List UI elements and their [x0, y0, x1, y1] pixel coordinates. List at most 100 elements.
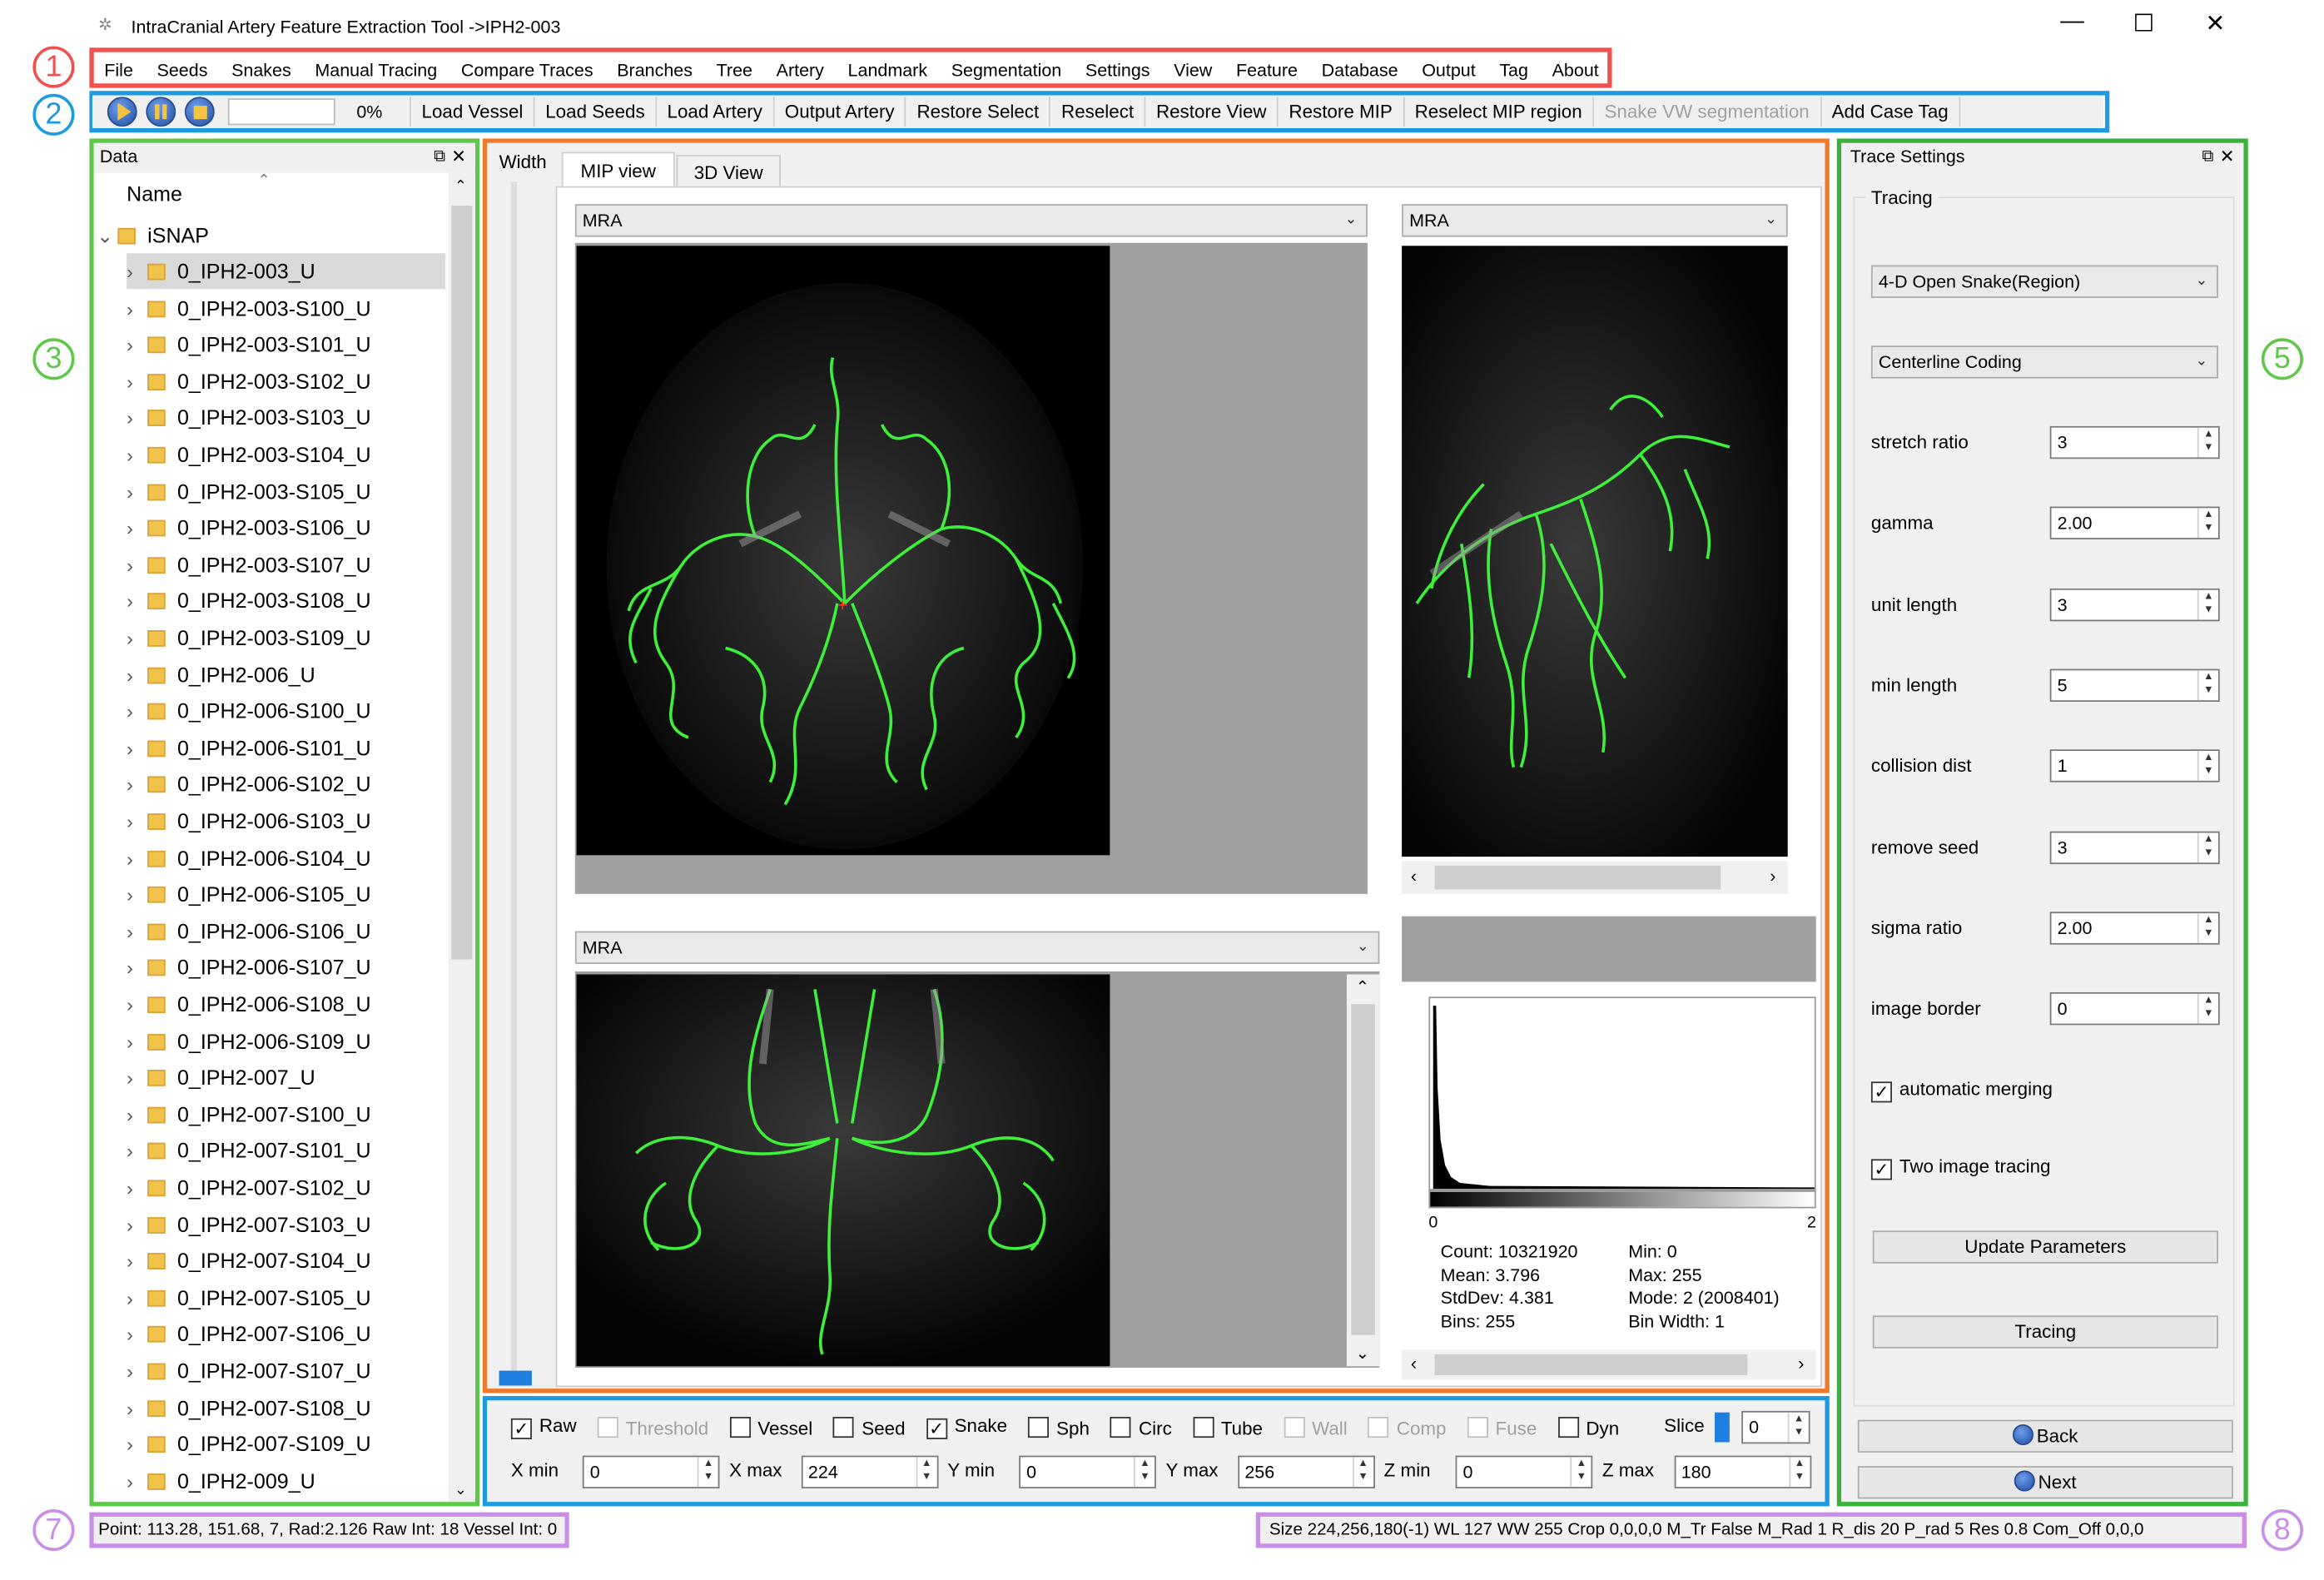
tree-item[interactable]: › 0_IPH2-009_U	[127, 1463, 445, 1498]
tree-item[interactable]: › 0_IPH2-007-S103_U	[127, 1206, 445, 1242]
view3-modality-select[interactable]: MRA ⌄	[574, 931, 1380, 964]
tree-item[interactable]: › 0_IPH2-003_U	[127, 253, 446, 290]
snake-toggle[interactable]: ✓ Snake	[926, 1415, 1007, 1439]
sigma-ratio-spinbox[interactable]: 2.00 ▲ ▼	[2049, 911, 2220, 945]
chevron-right-icon[interactable]: ›	[127, 731, 147, 767]
tree-item[interactable]: › 0_IPH2-003-S102_U	[127, 363, 445, 399]
tree-item[interactable]: › 0_IPH2-003-S107_U	[127, 546, 445, 582]
tree-item[interactable]: › 0_IPH2-007-S100_U	[127, 1096, 445, 1132]
chevron-right-icon[interactable]: ›	[127, 951, 147, 987]
width-slider[interactable]	[510, 181, 518, 1374]
tree-item[interactable]: › 0_IPH2-003-S108_U	[127, 583, 445, 619]
menu-output[interactable]: Output	[1410, 60, 1487, 81]
slice-spinbox[interactable]: 0 ▲ ▼	[1741, 1410, 1810, 1444]
slice-slider[interactable]	[1714, 1412, 1730, 1443]
tree-item[interactable]: › 0_IPH2-006-S104_U	[127, 840, 445, 876]
spin-arrows-icon[interactable]: ▲ ▼	[2197, 751, 2218, 782]
tab-mip-view[interactable]: MIP view	[561, 152, 675, 188]
coding-select[interactable]: Centerline Coding ⌄	[1870, 345, 2218, 379]
chevron-right-icon[interactable]: ›	[127, 511, 147, 547]
tree-item[interactable]: › 0_IPH2-007-S106_U	[127, 1316, 445, 1352]
vessel-toggle[interactable]: Vessel	[729, 1416, 812, 1438]
tree-item[interactable]: › 0_IPH2-007-S105_U	[127, 1279, 445, 1315]
snake-vw-segmentation-button[interactable]: Snake VW segmentation	[1594, 97, 1822, 127]
tree-item[interactable]: › 0_IPH2-007-S102_U	[127, 1170, 445, 1205]
tree-item[interactable]: › 0_IPH2-006-S105_U	[127, 877, 445, 912]
tree-item[interactable]: › 0_IPH2-003-S104_U	[127, 436, 445, 472]
spin-arrows-icon[interactable]: ▲ ▼	[2197, 508, 2218, 539]
circ-toggle[interactable]: Circ	[1110, 1416, 1172, 1438]
tree-item[interactable]: › 0_IPH2-006-S100_U	[127, 693, 445, 729]
chevron-right-icon[interactable]: ›	[127, 584, 147, 620]
tree-item[interactable]: › 0_IPH2-006-S108_U	[127, 986, 445, 1022]
chevron-down-icon[interactable]: ⌄	[97, 219, 117, 255]
tracing-method-select[interactable]: 4-D Open Snake(Region) ⌄	[1870, 265, 2218, 298]
chevron-right-icon[interactable]: ›	[127, 1318, 147, 1354]
chevron-right-icon[interactable]: ›	[127, 474, 147, 510]
chevron-right-icon[interactable]: ›	[127, 1171, 147, 1207]
tab-3d-view[interactable]: 3D View	[676, 155, 781, 188]
menu-database[interactable]: Database	[1309, 60, 1410, 81]
chevron-right-icon[interactable]: ›	[127, 1391, 147, 1427]
fuse-toggle[interactable]: Fuse	[1467, 1416, 1537, 1438]
play-icon[interactable]	[107, 97, 137, 127]
next-button[interactable]: Next	[1857, 1466, 2233, 1499]
menu-manual-tracing[interactable]: Manual Tracing	[303, 60, 449, 81]
chevron-right-icon[interactable]: ›	[127, 841, 147, 877]
close-panel-icon[interactable]: ✕	[2220, 143, 2235, 170]
two-image-tracing-checkbox[interactable]: ✓ Two image tracing	[1870, 1156, 2050, 1180]
chevron-right-icon[interactable]: ›	[127, 1464, 147, 1500]
menu-segmentation[interactable]: Segmentation	[939, 60, 1073, 81]
tracing-button[interactable]: Tracing	[1872, 1315, 2218, 1349]
dyn-toggle[interactable]: Dyn	[1557, 1416, 1619, 1438]
view3-vscrollbar[interactable]: ⌃ ⌄	[1346, 974, 1380, 1367]
update-parameters-button[interactable]: Update Parameters	[1872, 1230, 2218, 1264]
tree-header-name[interactable]: Name	[127, 181, 182, 206]
float-icon[interactable]: ⧉	[434, 143, 445, 170]
chevron-right-icon[interactable]: ›	[127, 1098, 147, 1134]
menu-branches[interactable]: Branches	[605, 60, 704, 81]
menu-snakes[interactable]: Snakes	[220, 60, 303, 81]
load-seeds-button[interactable]: Load Seeds	[535, 97, 657, 127]
stop-icon[interactable]	[184, 97, 215, 127]
scroll-down-icon[interactable]: ⌄	[454, 1483, 467, 1499]
stretch-ratio-spinbox[interactable]: 3 ▲ ▼	[2049, 425, 2220, 460]
tube-toggle[interactable]: Tube	[1192, 1416, 1263, 1438]
menu-about[interactable]: About	[1540, 60, 1611, 81]
spin-arrows-icon[interactable]: ▲ ▼	[1352, 1457, 1373, 1488]
scrollbar-thumb[interactable]	[1351, 1004, 1375, 1335]
minimize-icon[interactable]: —	[2050, 9, 2095, 36]
collision-dist-spinbox[interactable]: 1 ▲ ▼	[2049, 749, 2220, 783]
tree-item[interactable]: › 0_IPH2-007-S104_U	[127, 1243, 445, 1279]
tree-item[interactable]: › 0_IPH2-006-S107_U	[127, 950, 445, 986]
chevron-right-icon[interactable]: ›	[127, 1428, 147, 1463]
chevron-right-icon[interactable]: ›	[127, 804, 147, 840]
automatic-merging-checkbox[interactable]: ✓ automatic merging	[1870, 1079, 2053, 1103]
wall-toggle[interactable]: Wall	[1284, 1416, 1348, 1438]
spin-arrows-icon[interactable]: ▲ ▼	[915, 1457, 936, 1488]
view2-modality-select[interactable]: MRA ⌄	[1402, 204, 1788, 237]
scrollbar-thumb[interactable]	[1434, 1354, 1748, 1375]
scrollbar-thumb[interactable]	[1434, 865, 1721, 890]
tree-item[interactable]: › 0_IPH2-003-S103_U	[127, 400, 445, 435]
load-vessel-button[interactable]: Load Vessel	[411, 97, 535, 127]
chevron-right-icon[interactable]: ›	[127, 438, 147, 474]
view1-image[interactable]: +	[576, 246, 1110, 856]
chevron-right-icon[interactable]: ›	[127, 694, 147, 730]
unit-length-spinbox[interactable]: 3 ▲ ▼	[2049, 588, 2220, 621]
menu-landmark[interactable]: Landmark	[836, 60, 939, 81]
menu-view[interactable]: View	[1162, 60, 1224, 81]
maximize-icon[interactable]: ☐	[2122, 9, 2167, 39]
tree-item[interactable]: › 0_IPH2-006-S106_U	[127, 913, 445, 949]
tree-item[interactable]: › 0_IPH2-007-S107_U	[127, 1353, 445, 1389]
tree-item[interactable]: › 0_IPH2-007_U	[127, 1060, 445, 1096]
chevron-right-icon[interactable]: ›	[127, 1135, 147, 1170]
add-case-tag-button[interactable]: Add Case Tag	[1821, 97, 1961, 127]
menu-settings[interactable]: Settings	[1074, 60, 1162, 81]
chevron-right-icon[interactable]: ›	[127, 768, 147, 803]
view3-image[interactable]	[576, 974, 1110, 1367]
menu-feature[interactable]: Feature	[1224, 60, 1310, 81]
y-max-spinbox[interactable]: 256 ▲ ▼	[1237, 1455, 1375, 1488]
view1-modality-select[interactable]: MRA ⌄	[574, 204, 1368, 237]
chevron-right-icon[interactable]: ›	[127, 621, 147, 657]
